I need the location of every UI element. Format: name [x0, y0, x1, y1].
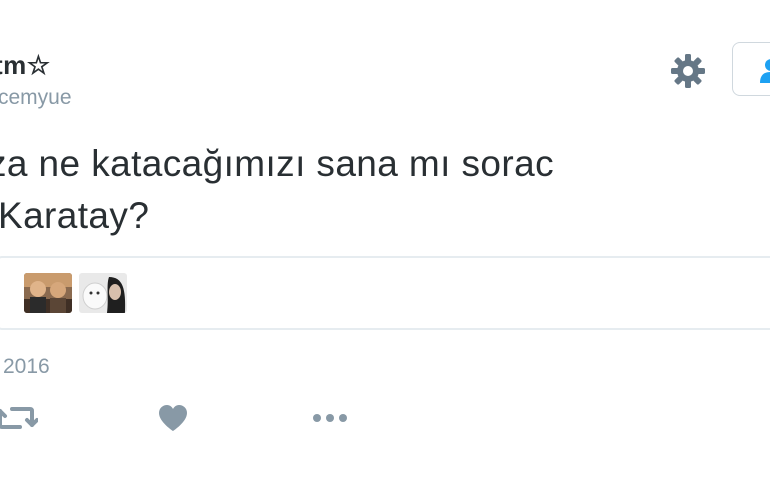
- follow-button[interactable]: [732, 42, 770, 96]
- tweet-text-line-2: Karatay?: [0, 195, 150, 236]
- display-name[interactable]: tm☆: [0, 50, 51, 81]
- tweet-text-line-1: za ne katacağımızı sana mı sorac: [0, 143, 554, 184]
- more-dots-icon[interactable]: [310, 403, 350, 438]
- gear-icon[interactable]: [670, 53, 706, 89]
- avatar-photo-2[interactable]: [79, 273, 127, 313]
- follow-person-icon: [760, 59, 770, 83]
- avatar-photo-1[interactable]: [24, 273, 72, 313]
- tweet-text: za ne katacağımızı sana mı sorac Karatay…: [0, 138, 554, 242]
- username[interactable]: cemyue: [0, 86, 72, 110]
- tweet-timestamp[interactable]: 2016: [3, 355, 50, 379]
- retweet-icon[interactable]: [0, 403, 39, 438]
- heart-icon[interactable]: [157, 403, 189, 438]
- tweet-page: tm☆ cemyue za ne katacağımızı sana mı so: [0, 0, 770, 485]
